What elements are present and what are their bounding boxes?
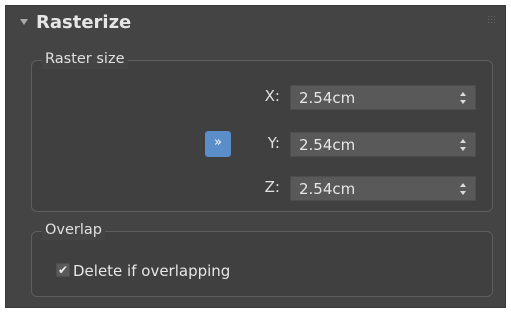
y-size-value[interactable]: 2.54cm (299, 134, 355, 156)
y-axis-label: Y: (267, 134, 280, 152)
spin-up-arrow-icon[interactable] (460, 183, 466, 187)
delete-if-overlapping-checkbox[interactable]: ✔ (56, 263, 70, 277)
x-size-value[interactable]: 2.54cm (299, 87, 355, 109)
x-axis-label: X: (264, 87, 280, 105)
raster-size-group-label: Raster size (42, 49, 128, 69)
spin-up-arrow-icon[interactable] (460, 92, 466, 96)
spin-up-arrow-icon[interactable] (460, 139, 466, 143)
rollout-header[interactable]: Rasterize (6, 6, 505, 44)
spinner-arrows-icon[interactable] (460, 139, 467, 151)
overlap-group: Overlap ✔ Delete if overlapping (31, 220, 493, 297)
spin-down-arrow-icon[interactable] (460, 191, 466, 195)
spin-down-arrow-icon[interactable] (460, 147, 466, 151)
z-axis-label: Z: (264, 178, 280, 196)
collapse-arrow-icon[interactable] (20, 19, 28, 25)
x-size-spinner[interactable]: 2.54cm (290, 85, 476, 110)
spin-down-arrow-icon[interactable] (460, 100, 466, 104)
overlap-group-label: Overlap (42, 220, 105, 240)
rasterize-rollout-panel: Rasterize Raster size X: 2.54cm » Y: 2.5… (5, 5, 506, 308)
rollout-title[interactable]: Rasterize (36, 11, 131, 35)
spinner-arrows-icon[interactable] (460, 92, 467, 104)
raster-size-group: Raster size X: 2.54cm » Y: 2.54cm Z: 2.5… (31, 49, 493, 212)
z-size-value[interactable]: 2.54cm (299, 178, 355, 200)
spinner-arrows-icon[interactable] (460, 183, 467, 195)
y-size-spinner[interactable]: 2.54cm (290, 132, 476, 157)
drag-grip-icon[interactable] (488, 16, 497, 25)
delete-if-overlapping-label[interactable]: Delete if overlapping (73, 260, 230, 282)
lock-proportions-button[interactable]: » (205, 131, 231, 157)
z-size-spinner[interactable]: 2.54cm (290, 176, 476, 201)
